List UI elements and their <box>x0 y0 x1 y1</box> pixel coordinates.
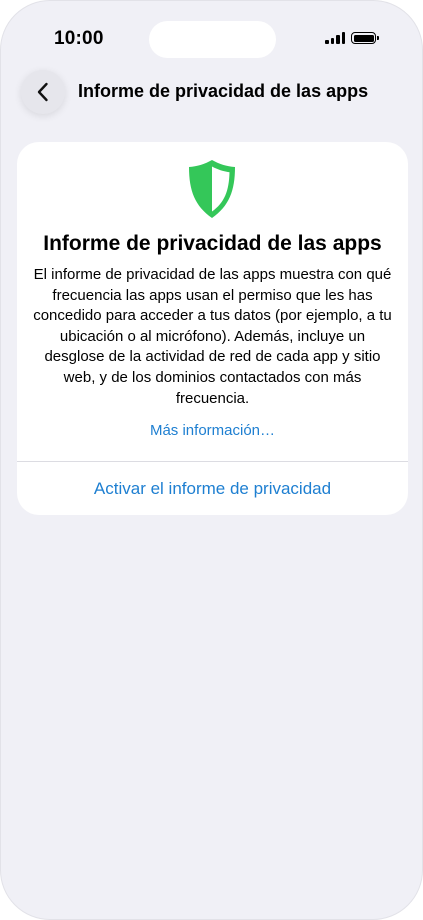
shield-icon <box>189 160 235 218</box>
status-time: 10:00 <box>54 28 104 49</box>
card-description: El informe de privacidad de las apps mue… <box>33 266 392 407</box>
nav-title: Informe de privacidad de las apps <box>78 81 369 101</box>
status-indicators <box>325 32 379 44</box>
activate-privacy-report-button[interactable]: Activar el informe de privacidad <box>17 462 408 515</box>
more-info-link[interactable]: Más información… <box>17 422 408 439</box>
card-title: Informe de privacidad de las apps <box>43 232 382 255</box>
back-button[interactable] <box>21 70 65 114</box>
phone-screen: 10:00 Informe de privacidad de las apps … <box>0 0 423 920</box>
dynamic-island <box>149 21 276 58</box>
battery-icon <box>351 32 379 44</box>
cellular-signal-icon <box>325 32 345 44</box>
chevron-left-icon <box>37 82 48 102</box>
